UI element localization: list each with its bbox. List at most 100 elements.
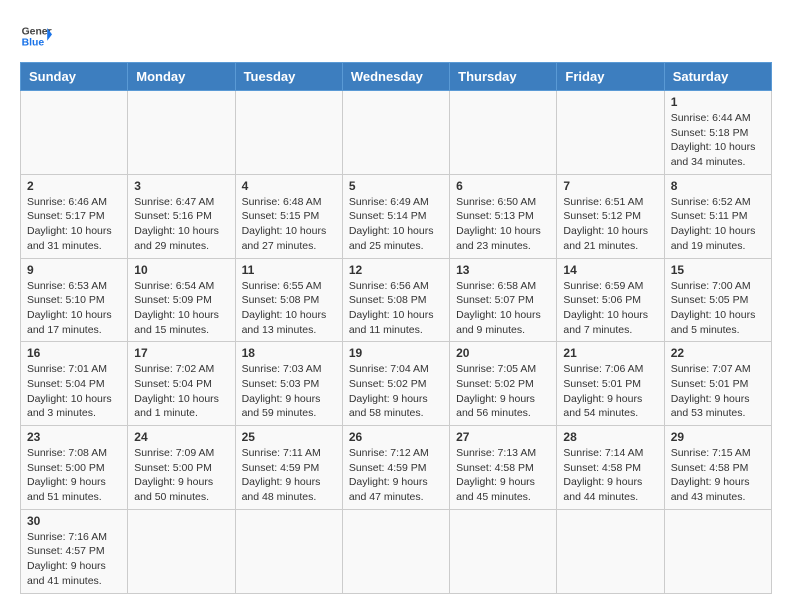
- calendar-cell: [557, 91, 664, 175]
- day-content: Sunrise: 7:08 AM Sunset: 5:00 PM Dayligh…: [27, 446, 121, 505]
- day-content: Sunrise: 6:47 AM Sunset: 5:16 PM Dayligh…: [134, 195, 228, 254]
- day-number: 5: [349, 179, 443, 193]
- calendar-cell: 6 Sunrise: 6:50 AM Sunset: 5:13 PM Daylig…: [450, 174, 557, 258]
- week-row-4: 23 Sunrise: 7:08 AM Sunset: 5:00 PM Dayli…: [21, 426, 772, 510]
- day-content: Sunrise: 7:00 AM Sunset: 5:05 PM Dayligh…: [671, 279, 765, 338]
- day-content: Sunrise: 7:02 AM Sunset: 5:04 PM Dayligh…: [134, 362, 228, 421]
- logo-icon: General Blue: [20, 20, 52, 52]
- day-number: 27: [456, 430, 550, 444]
- day-content: Sunrise: 6:49 AM Sunset: 5:14 PM Dayligh…: [349, 195, 443, 254]
- week-row-3: 16 Sunrise: 7:01 AM Sunset: 5:04 PM Dayli…: [21, 342, 772, 426]
- day-number: 18: [242, 346, 336, 360]
- day-header-friday: Friday: [557, 63, 664, 91]
- calendar-cell: 25 Sunrise: 7:11 AM Sunset: 4:59 PM Dayli…: [235, 426, 342, 510]
- calendar-cell: [128, 509, 235, 593]
- calendar-cell: [21, 91, 128, 175]
- calendar-cell: 18Sunrise: 7:03 AM Sunset: 5:03 PM Dayli…: [235, 342, 342, 426]
- calendar-cell: 13 Sunrise: 6:58 AM Sunset: 5:07 PM Dayli…: [450, 258, 557, 342]
- day-content: Sunrise: 7:12 AM Sunset: 4:59 PM Dayligh…: [349, 446, 443, 505]
- calendar-cell: 22 Sunrise: 7:07 AM Sunset: 5:01 PM Dayli…: [664, 342, 771, 426]
- day-content: Sunrise: 7:07 AM Sunset: 5:01 PM Dayligh…: [671, 362, 765, 421]
- day-number: 29: [671, 430, 765, 444]
- calendar-cell: [450, 91, 557, 175]
- day-content: Sunrise: 6:59 AM Sunset: 5:06 PM Dayligh…: [563, 279, 657, 338]
- calendar-cell: 3 Sunrise: 6:47 AM Sunset: 5:16 PM Daylig…: [128, 174, 235, 258]
- calendar-cell: 10 Sunrise: 6:54 AM Sunset: 5:09 PM Dayli…: [128, 258, 235, 342]
- day-number: 28: [563, 430, 657, 444]
- day-number: 22: [671, 346, 765, 360]
- calendar-cell: 9Sunrise: 6:53 AM Sunset: 5:10 PM Daylig…: [21, 258, 128, 342]
- day-number: 2: [27, 179, 121, 193]
- day-content: Sunrise: 6:58 AM Sunset: 5:07 PM Dayligh…: [456, 279, 550, 338]
- day-number: 11: [242, 263, 336, 277]
- day-number: 13: [456, 263, 550, 277]
- day-content: Sunrise: 7:15 AM Sunset: 4:58 PM Dayligh…: [671, 446, 765, 505]
- day-content: Sunrise: 6:46 AM Sunset: 5:17 PM Dayligh…: [27, 195, 121, 254]
- day-number: 15: [671, 263, 765, 277]
- day-number: 7: [563, 179, 657, 193]
- week-row-2: 9Sunrise: 6:53 AM Sunset: 5:10 PM Daylig…: [21, 258, 772, 342]
- calendar-cell: 30 Sunrise: 7:16 AM Sunset: 4:57 PM Dayli…: [21, 509, 128, 593]
- day-content: Sunrise: 6:48 AM Sunset: 5:15 PM Dayligh…: [242, 195, 336, 254]
- calendar-cell: 21 Sunrise: 7:06 AM Sunset: 5:01 PM Dayli…: [557, 342, 664, 426]
- logo: General Blue: [20, 20, 52, 52]
- day-content: Sunrise: 6:56 AM Sunset: 5:08 PM Dayligh…: [349, 279, 443, 338]
- day-number: 3: [134, 179, 228, 193]
- week-row-5: 30 Sunrise: 7:16 AM Sunset: 4:57 PM Dayli…: [21, 509, 772, 593]
- day-content: Sunrise: 6:50 AM Sunset: 5:13 PM Dayligh…: [456, 195, 550, 254]
- day-header-wednesday: Wednesday: [342, 63, 449, 91]
- calendar-cell: [235, 91, 342, 175]
- day-number: 10: [134, 263, 228, 277]
- day-number: 1: [671, 95, 765, 109]
- header: General Blue: [20, 20, 772, 52]
- calendar-cell: 16 Sunrise: 7:01 AM Sunset: 5:04 PM Dayli…: [21, 342, 128, 426]
- calendar-cell: 12 Sunrise: 6:56 AM Sunset: 5:08 PM Dayli…: [342, 258, 449, 342]
- calendar-cell: 11 Sunrise: 6:55 AM Sunset: 5:08 PM Dayli…: [235, 258, 342, 342]
- day-content: Sunrise: 7:01 AM Sunset: 5:04 PM Dayligh…: [27, 362, 121, 421]
- calendar-cell: 29 Sunrise: 7:15 AM Sunset: 4:58 PM Dayli…: [664, 426, 771, 510]
- day-content: Sunrise: 7:06 AM Sunset: 5:01 PM Dayligh…: [563, 362, 657, 421]
- day-number: 16: [27, 346, 121, 360]
- calendar-cell: 19Sunrise: 7:04 AM Sunset: 5:02 PM Dayli…: [342, 342, 449, 426]
- calendar-cell: [450, 509, 557, 593]
- calendar-cell: 17Sunrise: 7:02 AM Sunset: 5:04 PM Dayli…: [128, 342, 235, 426]
- day-number: 26: [349, 430, 443, 444]
- day-content: Sunrise: 6:44 AM Sunset: 5:18 PM Dayligh…: [671, 111, 765, 170]
- day-number: 20: [456, 346, 550, 360]
- day-content: Sunrise: 6:55 AM Sunset: 5:08 PM Dayligh…: [242, 279, 336, 338]
- day-number: 25: [242, 430, 336, 444]
- day-content: Sunrise: 7:14 AM Sunset: 4:58 PM Dayligh…: [563, 446, 657, 505]
- calendar-cell: [342, 509, 449, 593]
- calendar-cell: 20 Sunrise: 7:05 AM Sunset: 5:02 PM Dayli…: [450, 342, 557, 426]
- day-number: 23: [27, 430, 121, 444]
- calendar-cell: 7Sunrise: 6:51 AM Sunset: 5:12 PM Daylig…: [557, 174, 664, 258]
- calendar-cell: 15 Sunrise: 7:00 AM Sunset: 5:05 PM Dayli…: [664, 258, 771, 342]
- day-content: Sunrise: 6:53 AM Sunset: 5:10 PM Dayligh…: [27, 279, 121, 338]
- day-number: 8: [671, 179, 765, 193]
- week-row-0: 1 Sunrise: 6:44 AM Sunset: 5:18 PM Daylig…: [21, 91, 772, 175]
- calendar-cell: [128, 91, 235, 175]
- day-content: Sunrise: 7:05 AM Sunset: 5:02 PM Dayligh…: [456, 362, 550, 421]
- day-number: 24: [134, 430, 228, 444]
- calendar-cell: 14 Sunrise: 6:59 AM Sunset: 5:06 PM Dayli…: [557, 258, 664, 342]
- day-number: 6: [456, 179, 550, 193]
- day-number: 12: [349, 263, 443, 277]
- calendar-cell: 2 Sunrise: 6:46 AM Sunset: 5:17 PM Daylig…: [21, 174, 128, 258]
- calendar: SundayMondayTuesdayWednesdayThursdayFrid…: [20, 62, 772, 594]
- day-header-thursday: Thursday: [450, 63, 557, 91]
- day-header-tuesday: Tuesday: [235, 63, 342, 91]
- week-row-1: 2 Sunrise: 6:46 AM Sunset: 5:17 PM Daylig…: [21, 174, 772, 258]
- day-number: 14: [563, 263, 657, 277]
- day-content: Sunrise: 7:11 AM Sunset: 4:59 PM Dayligh…: [242, 446, 336, 505]
- day-header-saturday: Saturday: [664, 63, 771, 91]
- calendar-cell: 24Sunrise: 7:09 AM Sunset: 5:00 PM Dayli…: [128, 426, 235, 510]
- day-content: Sunrise: 6:54 AM Sunset: 5:09 PM Dayligh…: [134, 279, 228, 338]
- day-number: 19: [349, 346, 443, 360]
- day-number: 30: [27, 514, 121, 528]
- day-number: 21: [563, 346, 657, 360]
- calendar-cell: 5 Sunrise: 6:49 AM Sunset: 5:14 PM Daylig…: [342, 174, 449, 258]
- day-content: Sunrise: 7:16 AM Sunset: 4:57 PM Dayligh…: [27, 530, 121, 589]
- calendar-cell: [664, 509, 771, 593]
- day-content: Sunrise: 6:52 AM Sunset: 5:11 PM Dayligh…: [671, 195, 765, 254]
- calendar-cell: 28 Sunrise: 7:14 AM Sunset: 4:58 PM Dayli…: [557, 426, 664, 510]
